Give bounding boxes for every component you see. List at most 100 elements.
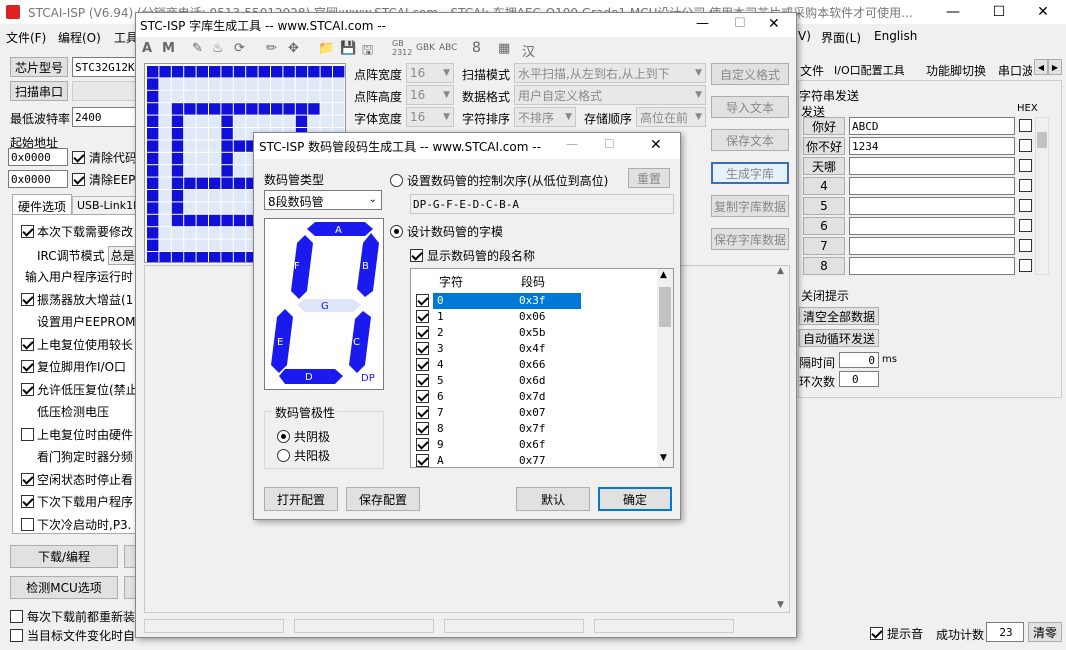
segment-g[interactable] [297,299,361,312]
abc-icon[interactable]: ABC [439,43,457,53]
send-row-input[interactable] [849,157,1015,175]
pixel-cell[interactable] [320,78,332,90]
open-folder-icon[interactable]: 📁 [318,41,334,56]
char-order-select[interactable]: 不排序 ▼ [514,107,576,127]
pixel-cell[interactable] [184,103,196,115]
table-row[interactable]: 2 0x5b [411,325,657,341]
pixel-cell[interactable] [147,227,159,239]
pixel-cell[interactable] [283,103,295,115]
pixel-cell[interactable] [295,78,308,90]
font-minimize-icon[interactable]: — [696,16,709,31]
common-anode-radio[interactable]: 共阳极 [277,447,330,464]
send-row-button[interactable]: 你不好 [803,137,845,155]
pixel-cell[interactable] [233,78,246,90]
beep-check[interactable] [870,627,883,640]
pixel-cell[interactable] [209,252,221,264]
pixel-cell[interactable] [171,128,184,140]
start-addr-input-2[interactable]: 0x0000 [8,170,68,188]
pixel-cell[interactable] [171,90,184,103]
row-checkbox[interactable] [416,310,429,323]
pixel-cell[interactable] [258,103,270,115]
pixel-cell[interactable] [159,190,171,202]
table-row[interactable]: 4 0x66 [411,357,657,373]
scan-mode-select[interactable]: 水平扫描,从左到右,从上到下 ▼ [514,63,706,83]
pixel-cell[interactable] [147,115,159,127]
pixel-cell[interactable] [147,103,159,115]
pixel-cell[interactable] [184,78,196,90]
pixel-cell[interactable] [196,227,208,239]
chinese-char-icon[interactable]: 汉 [522,41,535,60]
option-checkbox[interactable] [21,337,34,351]
pixel-cell[interactable] [258,66,270,78]
font-action-button[interactable]: 保存字库数据 [711,228,789,250]
pixel-cell[interactable] [209,140,221,152]
pixel-cell[interactable] [196,152,208,165]
pixel-cell[interactable] [184,115,196,127]
pixel-cell[interactable] [308,78,320,90]
pixel-cell[interactable] [196,90,208,103]
font-action-button[interactable]: 导入文本 [711,96,789,118]
hardware-option[interactable]: 上电复位时由硬件 [21,426,133,443]
pixel-cell[interactable] [159,66,171,78]
pixel-cell[interactable] [308,90,320,103]
eraser-icon[interactable]: ✎ [192,41,203,56]
pixel-cell[interactable] [196,202,208,214]
pixel-cell[interactable] [333,103,345,115]
pixel-cell[interactable] [196,214,208,227]
send-row-hex-check[interactable] [1019,119,1032,132]
option-checkbox[interactable] [21,360,34,373]
scan-port-button[interactable]: 扫描串口 [10,81,68,101]
pixel-cell[interactable] [184,66,196,78]
table-row[interactable]: 6 0x7d [411,389,657,405]
seven-segment-display[interactable]: A B C D E F G DP [264,218,384,390]
table-scrollbar[interactable]: ▲ ▼ [657,269,673,467]
auto-loop-send-button[interactable]: 自动循环发送 [799,329,879,347]
pixel-cell[interactable] [147,66,159,78]
pixel-cell[interactable] [283,78,295,90]
pixel-cell[interactable] [209,66,221,78]
pixel-cell[interactable] [209,90,221,103]
pixel-cell[interactable] [233,202,246,214]
pixel-cell[interactable] [221,190,233,202]
pixel-cell[interactable] [147,78,159,90]
pixel-cell[interactable] [221,90,233,103]
row-checkbox[interactable] [416,358,429,371]
download-program-button[interactable]: 下载/编程 [10,545,118,568]
pixel-cell[interactable] [147,140,159,152]
reset-button[interactable]: 重置 [628,168,670,188]
pixel-cell[interactable] [221,177,233,189]
col-char-header[interactable]: 字符 [439,273,463,290]
tab-io-config[interactable]: I/O口配置工具 [834,62,905,78]
pixel-cell[interactable] [246,115,258,127]
anode-radio-dot[interactable] [277,449,290,462]
pixel-cell[interactable] [184,202,196,214]
pixel-cell[interactable] [233,152,246,165]
pixel-cell[interactable] [159,90,171,103]
pixel-cell[interactable] [221,66,233,78]
send-row-hex-check[interactable] [1019,179,1032,192]
send-row-button[interactable]: 8 [803,257,845,275]
option-checkbox[interactable] [21,495,34,508]
pixel-cell[interactable] [159,115,171,127]
set-order-radio-dot[interactable] [390,174,403,187]
pixel-cell[interactable] [209,214,221,227]
save-as-icon[interactable]: 🖫 [362,41,373,63]
cathode-radio-dot[interactable] [277,430,290,443]
font-maximize-icon[interactable]: ☐ [734,16,746,31]
pixel-cell[interactable] [184,214,196,227]
pixel-cell[interactable] [308,115,320,127]
pixel-cell[interactable] [233,66,246,78]
pixel-cell[interactable] [295,115,308,127]
pixel-cell[interactable] [196,140,208,152]
send-row-input[interactable]: 1234 [849,137,1015,155]
pixel-cell[interactable] [159,252,171,264]
pixel-cell[interactable] [184,252,196,264]
pixel-cell[interactable] [308,66,320,78]
pixel-cell[interactable] [283,115,295,127]
pixel-cell[interactable] [258,115,270,127]
pixel-cell[interactable] [320,90,332,103]
pixel-cell[interactable] [233,227,246,239]
pixel-cell[interactable] [221,165,233,177]
send-row-button[interactable]: 你好 [803,117,845,135]
pixel-cell[interactable] [196,177,208,189]
